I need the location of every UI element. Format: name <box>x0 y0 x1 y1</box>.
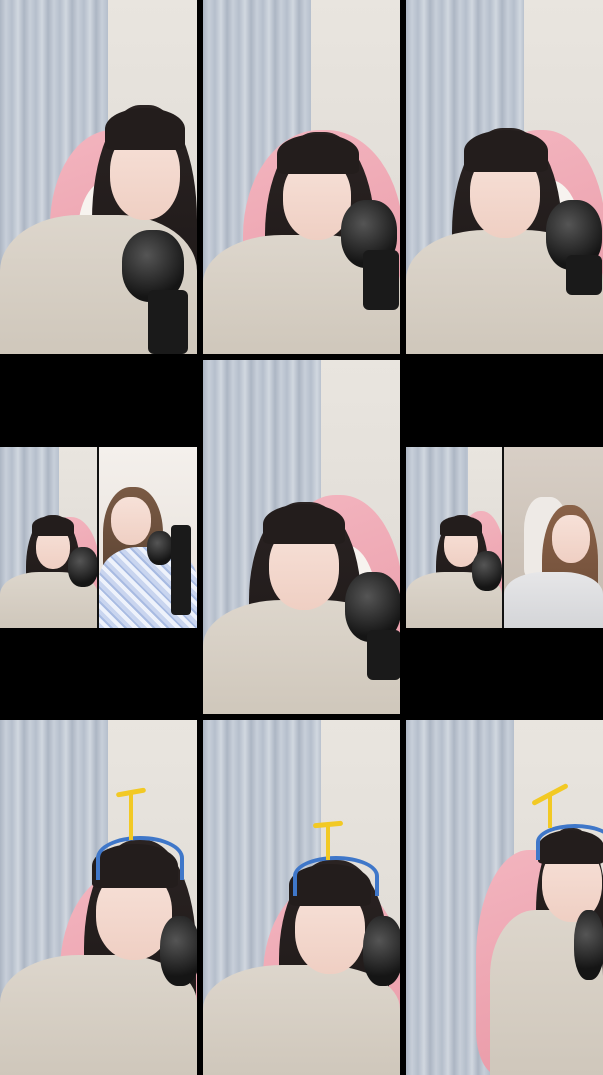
headband <box>96 836 184 880</box>
propeller-icon <box>312 820 344 860</box>
split-frame <box>406 447 603 628</box>
grid-tile-3[interactable] <box>406 0 603 354</box>
propeller-icon <box>530 782 570 828</box>
grid-tile-8[interactable] <box>203 720 400 1075</box>
propeller-icon <box>115 786 147 840</box>
room-scene <box>406 0 603 354</box>
guest-right <box>504 447 603 628</box>
grid-tile-1[interactable] <box>0 0 197 354</box>
grid-tile-7[interactable] <box>0 720 197 1075</box>
guest-right <box>99 447 197 628</box>
grid-tile-6[interactable] <box>406 360 603 714</box>
room-scene <box>203 720 400 1075</box>
screenshot-grid <box>0 0 603 1075</box>
microphone <box>160 916 197 986</box>
room-scene <box>0 0 197 354</box>
split-frame <box>0 447 197 628</box>
guest-left <box>0 447 98 628</box>
room-scene <box>406 720 603 1075</box>
room-scene <box>0 720 197 1075</box>
grid-tile-5[interactable] <box>203 360 400 714</box>
grid-tile-4[interactable] <box>0 360 197 714</box>
headband <box>293 856 379 896</box>
grid-tile-2[interactable] <box>203 0 400 354</box>
room-scene <box>203 360 400 714</box>
headband <box>536 824 603 860</box>
guest-left <box>406 447 502 628</box>
microphone <box>363 916 400 986</box>
grid-tile-9[interactable] <box>406 720 603 1075</box>
room-scene <box>203 0 400 354</box>
microphone <box>574 910 603 980</box>
